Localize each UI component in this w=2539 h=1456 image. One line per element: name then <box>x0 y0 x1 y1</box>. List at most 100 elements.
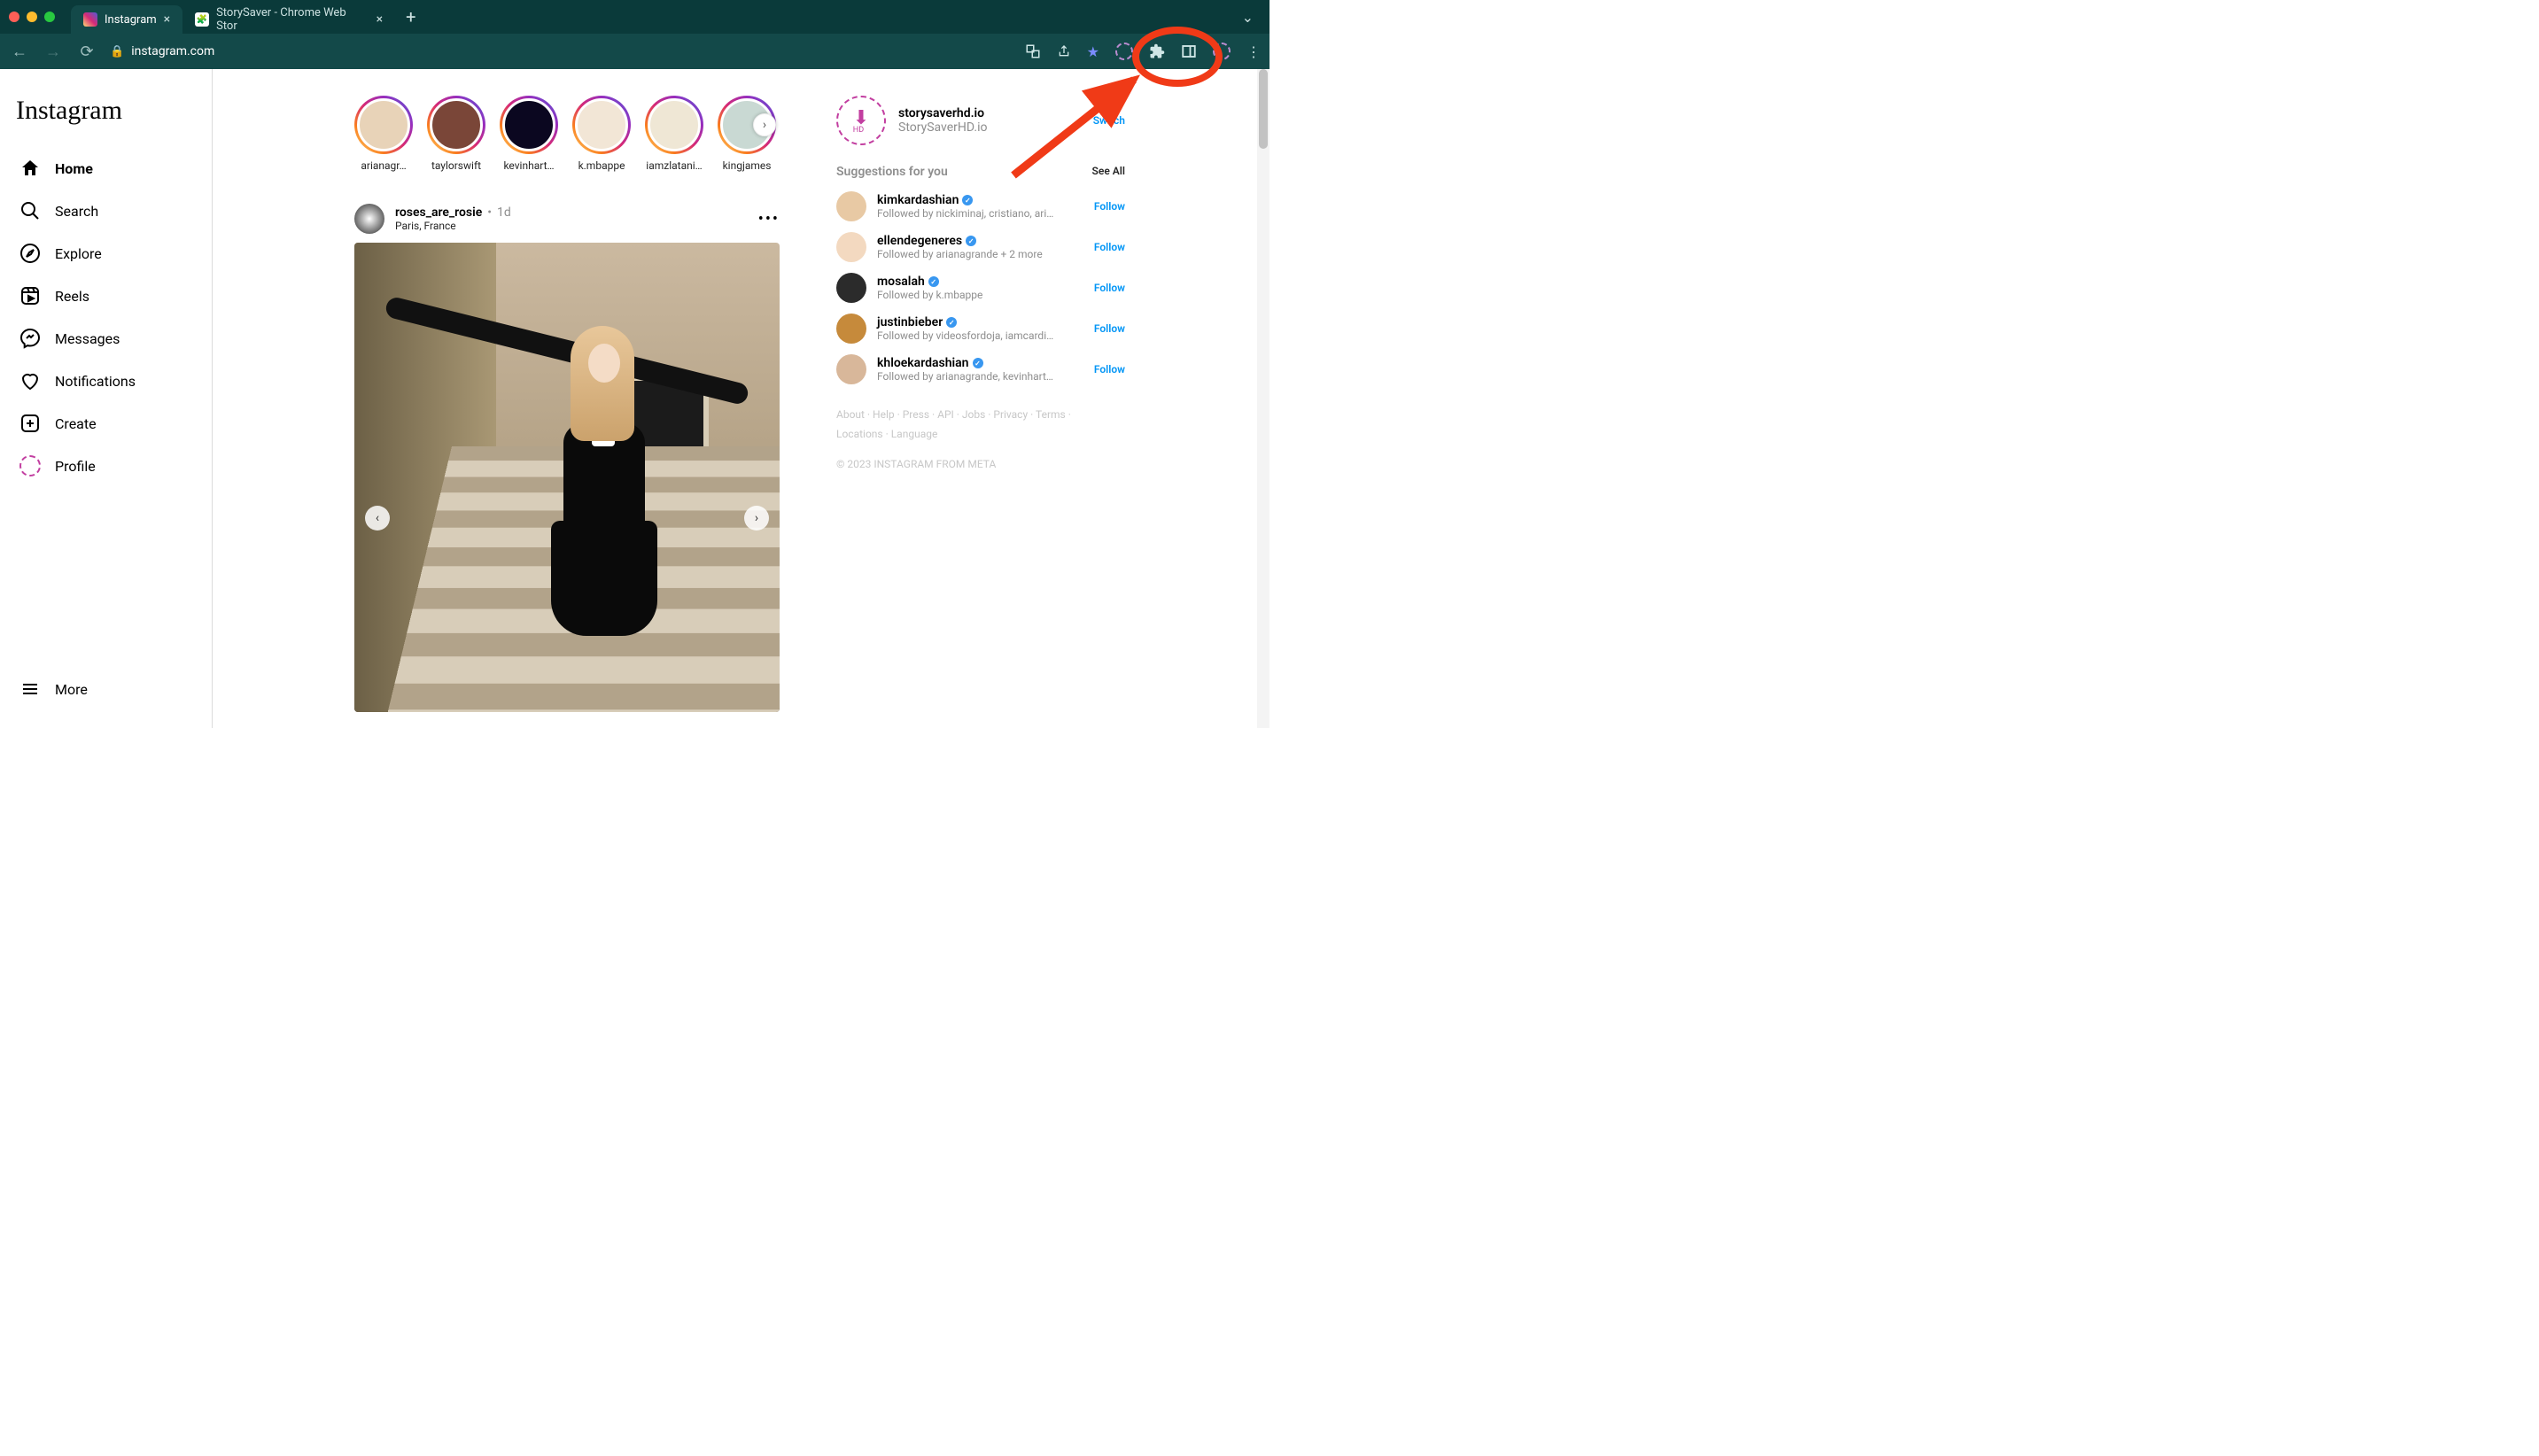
carousel-prev-button[interactable]: ‹ <box>365 506 390 531</box>
account-display-name: StorySaverHD.io <box>898 120 987 135</box>
page-content: Instagram Home Search Explore Reels Mess… <box>0 69 1270 728</box>
post-username[interactable]: roses_are_rosie <box>395 205 482 220</box>
messenger-icon <box>19 328 41 349</box>
chrome-menu-icon[interactable]: ⋮ <box>1246 43 1261 60</box>
nav-create[interactable]: Create <box>11 402 201 445</box>
close-window-button[interactable] <box>9 12 19 22</box>
tab-title: StorySaver - Chrome Web Stor <box>216 6 369 33</box>
stories-tray: arianagr… taylorswift kevinhart… k.mbapp… <box>354 96 780 172</box>
nav-label: Create <box>55 415 97 432</box>
suggestion-subtext: Followed by k.mbappe <box>877 289 982 301</box>
suggestion-avatar[interactable] <box>836 273 866 303</box>
browser-tab-storysaver[interactable]: 🧩 StorySaver - Chrome Web Stor × <box>182 5 395 34</box>
scrollbar-thumb[interactable] <box>1259 69 1268 149</box>
post-location[interactable]: Paris, France <box>395 220 511 232</box>
download-icon: ⬇HD <box>853 107 869 135</box>
reload-button[interactable]: ⟳ <box>76 43 97 61</box>
footer-links: About · Help · Press · API · Jobs · Priv… <box>836 406 1125 444</box>
bookmark-icon[interactable]: ★ <box>1087 43 1099 60</box>
switch-account-link[interactable]: Switch <box>1093 114 1125 127</box>
story-item[interactable]: kevinhart… <box>500 96 558 172</box>
chrome-profile-icon[interactable] <box>1213 43 1231 60</box>
suggestion-username[interactable]: justinbieber ✓ <box>877 315 1054 329</box>
right-rail: ⬇HD storysaverhd.io StorySaverHD.io Swit… <box>836 96 1125 728</box>
extensions-icon[interactable] <box>1149 43 1165 59</box>
forward-button[interactable]: → <box>43 43 64 61</box>
browser-tab-instagram[interactable]: Instagram × <box>71 5 182 34</box>
scrollbar-track[interactable] <box>1257 69 1270 728</box>
follow-link[interactable]: Follow <box>1094 363 1125 376</box>
story-username: iamzlatani… <box>646 159 702 172</box>
footer-link[interactable]: Press <box>903 408 929 421</box>
maximize-window-button[interactable] <box>44 12 55 22</box>
follow-link[interactable]: Follow <box>1094 282 1125 294</box>
back-button[interactable]: ← <box>9 43 30 61</box>
suggestion-username[interactable]: mosalah ✓ <box>877 275 982 289</box>
carousel-next-button[interactable]: › <box>744 506 769 531</box>
suggestion-avatar[interactable] <box>836 354 866 384</box>
nav-label: Search <box>55 203 98 220</box>
browser-tab-strip: Instagram × 🧩 StorySaver - Chrome Web St… <box>0 0 1270 34</box>
footer-link[interactable]: Help <box>873 408 895 421</box>
stories-next-button[interactable]: › <box>753 113 776 136</box>
nav-messages[interactable]: Messages <box>11 317 201 360</box>
browser-toolbar: ← → ⟳ 🔒 instagram.com ★ ⋮ <box>0 34 1270 69</box>
follow-link[interactable]: Follow <box>1094 322 1125 335</box>
suggestion-subtext: Followed by arianagrande + 2 more <box>877 248 1043 260</box>
tab-overflow-button[interactable]: ⌄ <box>1242 9 1261 26</box>
nav-label: Explore <box>55 245 102 262</box>
footer-link[interactable]: Privacy <box>993 408 1028 421</box>
post-options-button[interactable]: ••• <box>758 210 780 228</box>
close-tab-icon[interactable]: × <box>164 12 170 27</box>
close-tab-icon[interactable]: × <box>377 12 383 27</box>
suggestion-avatar[interactable] <box>836 191 866 221</box>
nav-explore[interactable]: Explore <box>11 232 201 275</box>
post-timestamp: 1d <box>497 205 511 220</box>
see-all-link[interactable]: See All <box>1092 165 1125 179</box>
footer-link[interactable]: Terms <box>1036 408 1066 421</box>
story-item[interactable]: iamzlatani… <box>645 96 703 172</box>
footer-link[interactable]: Language <box>891 428 938 440</box>
share-icon[interactable] <box>1057 43 1071 59</box>
post-author-avatar[interactable] <box>354 204 384 234</box>
footer-link[interactable]: Locations <box>836 428 883 440</box>
follow-link[interactable]: Follow <box>1094 241 1125 253</box>
footer-link[interactable]: Jobs <box>962 408 985 421</box>
suggestion-username[interactable]: kimkardashian ✓ <box>877 193 1054 207</box>
story-username: kevinhart… <box>503 159 554 172</box>
story-item[interactable]: k.mbappe <box>572 96 631 172</box>
new-tab-button[interactable]: + <box>395 6 426 27</box>
main-area: arianagr… taylorswift kevinhart… k.mbapp… <box>213 69 1270 728</box>
suggestion-username[interactable]: khloekardashian ✓ <box>877 356 1054 370</box>
post-image-content <box>354 243 780 712</box>
heart-icon <box>19 370 41 391</box>
translate-icon[interactable] <box>1025 43 1041 59</box>
suggestion-subtext: Followed by videosfordoja, iamcardib … <box>877 329 1054 342</box>
suggestions-header: Suggestions for you See All <box>836 165 1125 179</box>
panel-icon[interactable] <box>1181 43 1197 59</box>
account-username[interactable]: storysaverhd.io <box>898 106 987 120</box>
nav-home[interactable]: Home <box>11 147 201 190</box>
suggestion-username[interactable]: ellendegeneres ✓ <box>877 234 1043 248</box>
story-username: kingjames <box>723 159 772 172</box>
profile-avatar-icon <box>19 455 41 476</box>
instagram-logo[interactable]: Instagram <box>11 96 201 147</box>
suggestion-avatar[interactable] <box>836 314 866 344</box>
footer-link[interactable]: About <box>836 408 865 421</box>
nav-label: Profile <box>55 458 96 475</box>
storysaver-extension-icon[interactable] <box>1115 43 1133 60</box>
nav-reels[interactable]: Reels <box>11 275 201 317</box>
follow-link[interactable]: Follow <box>1094 200 1125 213</box>
current-account-avatar[interactable]: ⬇HD <box>836 96 886 145</box>
nav-notifications[interactable]: Notifications <box>11 360 201 402</box>
suggestion-avatar[interactable] <box>836 232 866 262</box>
post-image-carousel[interactable]: ‹ › <box>354 243 780 712</box>
story-item[interactable]: taylorswift <box>427 96 485 172</box>
nav-more[interactable]: More <box>11 668 201 710</box>
minimize-window-button[interactable] <box>27 12 37 22</box>
story-item[interactable]: arianagr… <box>354 96 413 172</box>
nav-profile[interactable]: Profile <box>11 445 201 487</box>
address-bar[interactable]: 🔒 instagram.com <box>110 44 214 58</box>
footer-link[interactable]: API <box>937 408 954 421</box>
nav-search[interactable]: Search <box>11 190 201 232</box>
